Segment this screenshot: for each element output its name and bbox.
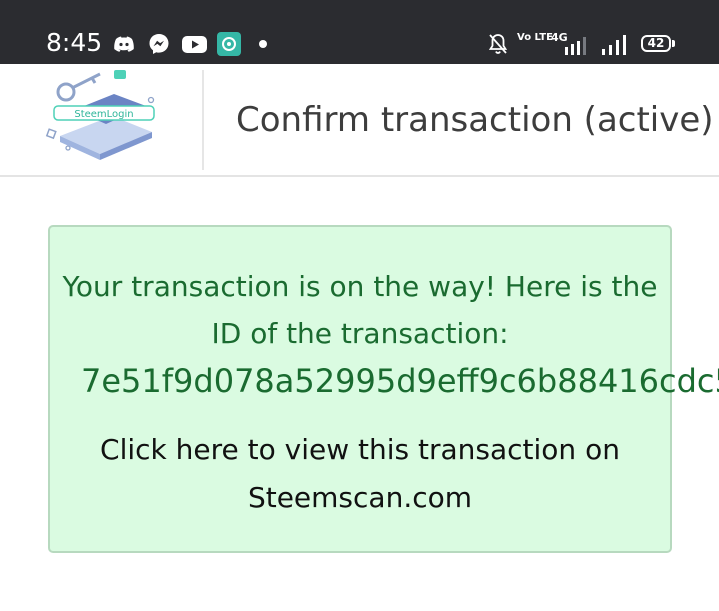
battery-tip [672, 40, 675, 47]
battery-icon: 42 [641, 35, 671, 52]
signal-bars-icon [602, 35, 626, 55]
page-title: Confirm transaction (active) [236, 100, 714, 140]
view-on-steemscan-link[interactable]: Click here to view this transaction on S… [50, 426, 670, 522]
alert-message: Your transaction is on the way! Here is … [62, 270, 658, 350]
notification-dot [259, 40, 267, 48]
status-time: 8:45 [46, 28, 103, 57]
steemlogin-logo[interactable]: SteemLogin [44, 66, 162, 162]
messenger-icon [149, 34, 169, 54]
youtube-icon [182, 36, 207, 53]
logo-text: SteemLogin [74, 109, 133, 120]
signal-4g-bars-icon [565, 37, 586, 55]
volte-icon: Vo LTE [517, 32, 553, 43]
app-header: SteemLogin Confirm transaction (active) [0, 64, 719, 177]
discord-icon [114, 36, 134, 52]
status-bar: 8:45 Vo LTE 4G 42 [0, 0, 719, 64]
transaction-id[interactable]: 7e51f9d078a52995d9eff9c6b88416cdc5 [81, 357, 719, 405]
app-icon [217, 32, 241, 56]
screen: 8:45 Vo LTE 4G 42 SteemLogin Confirm tra… [0, 0, 719, 611]
mute-bell-icon [488, 34, 508, 54]
header-divider [202, 70, 204, 170]
success-alert: Your transaction is on the way! Here is … [48, 225, 719, 553]
